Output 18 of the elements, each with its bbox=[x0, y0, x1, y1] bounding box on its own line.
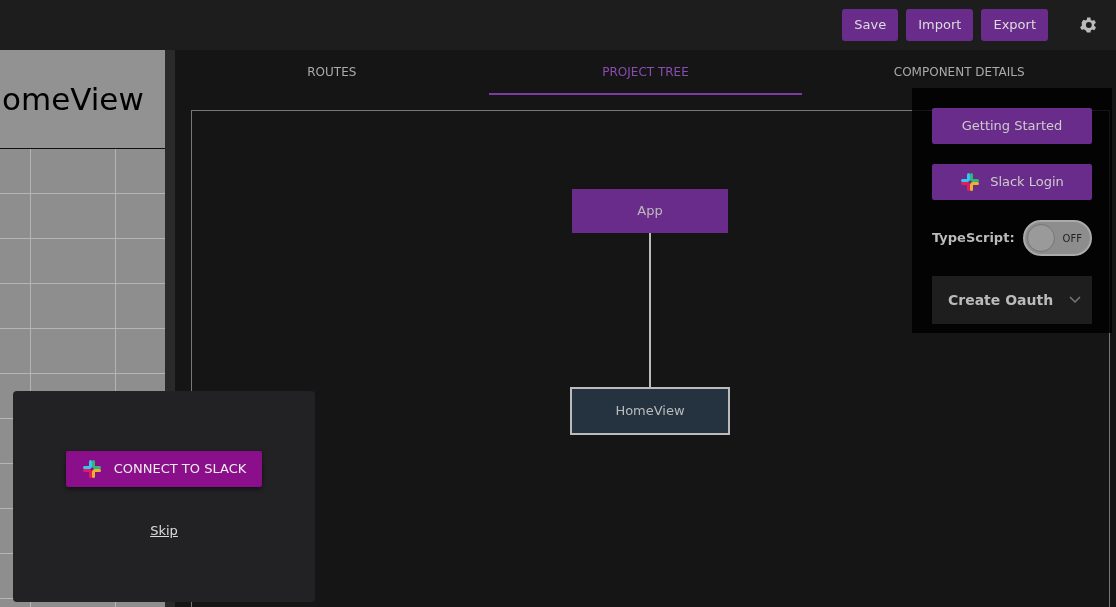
preview-heading: omeView bbox=[0, 50, 165, 149]
typescript-toggle[interactable]: OFF bbox=[1022, 220, 1092, 256]
menu-button[interactable]: Slack Login bbox=[932, 164, 1092, 200]
toggle-label: TypeScript: bbox=[932, 229, 1015, 248]
chevron-icon bbox=[1069, 296, 1082, 304]
menu-button[interactable]: Getting Started bbox=[932, 108, 1092, 144]
accordion-header[interactable]: Create Oauth bbox=[932, 276, 1092, 324]
slack-logo-icon bbox=[81, 459, 102, 479]
tree-node[interactable]: HomeView bbox=[570, 387, 730, 435]
toolbar-button[interactable]: Save bbox=[842, 9, 899, 41]
tab[interactable]: ROUTES bbox=[175, 50, 489, 95]
slack-logo-icon bbox=[960, 172, 981, 192]
toolbar-button[interactable]: Export bbox=[981, 9, 1048, 41]
toolbar-button[interactable]: Import bbox=[906, 9, 974, 41]
connect-slack-button[interactable]: CONNECT TO SLACK bbox=[65, 451, 263, 487]
tab[interactable]: COMPONENT DETAILS bbox=[802, 50, 1116, 95]
tree-node[interactable]: App bbox=[572, 189, 728, 233]
skip-link[interactable]: Skip bbox=[150, 521, 178, 541]
